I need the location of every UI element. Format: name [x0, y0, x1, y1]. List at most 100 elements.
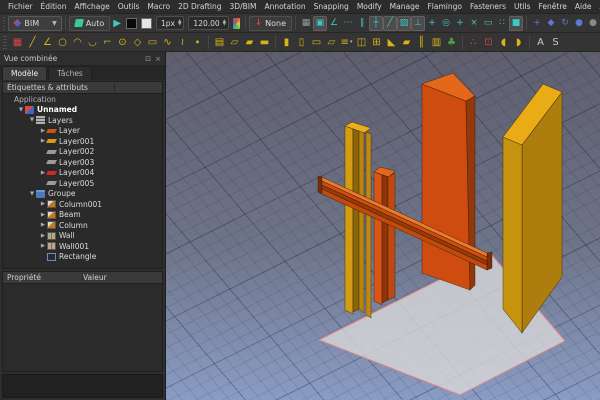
spinner-arrows-icon[interactable]: ▲▼: [178, 20, 181, 27]
wall001-left-face[interactable]: [503, 137, 522, 333]
toolbar-handle[interactable]: [3, 36, 7, 49]
draft-polyline-icon[interactable]: ∠: [40, 34, 55, 50]
snap-grid-icon[interactable]: ▦: [299, 16, 313, 31]
expand-arrow-icon[interactable]: ▶: [39, 222, 47, 228]
bim-panel-icon[interactable]: ▰: [399, 34, 414, 50]
menu-annotation[interactable]: Annotation: [260, 2, 309, 11]
snap-ortho-icon[interactable]: +: [425, 16, 439, 31]
snap-delete-icon[interactable]: ×: [467, 16, 481, 31]
expand-arrow-icon[interactable]: ▶: [39, 243, 47, 249]
snap-extension-icon[interactable]: ╱: [383, 16, 397, 31]
column001-flange-strip[interactable]: [366, 132, 371, 318]
menu-modify[interactable]: Modify: [353, 2, 386, 11]
draft-fillet-icon[interactable]: ⌐: [100, 34, 115, 50]
column-flange-right[interactable]: [388, 173, 395, 300]
spinner-arrows-icon[interactable]: ▲▼: [223, 20, 226, 27]
column-flange-left[interactable]: [374, 172, 382, 305]
snap-intersection-icon[interactable]: +: [453, 16, 467, 31]
tree-item-layer004[interactable]: ▶Layer004: [3, 168, 162, 179]
draft-bspline-icon[interactable]: ∿: [160, 34, 175, 50]
bim-vegetation-icon[interactable]: ♣: [444, 34, 459, 50]
column001-flange-left[interactable]: [345, 126, 353, 314]
menu-aide[interactable]: Aide: [571, 2, 596, 11]
bim-window-icon[interactable]: ⊞: [369, 34, 384, 50]
expand-arrow-icon[interactable]: ▶: [39, 233, 47, 239]
tab-t-ches[interactable]: Tâches: [48, 66, 92, 80]
snap-working-plane-icon[interactable]: ■: [509, 16, 523, 31]
tree-item-column001[interactable]: ▶Column001: [3, 199, 162, 210]
tree-item-layers[interactable]: ▼Layers: [3, 115, 162, 126]
draft-rectangle-icon[interactable]: ▭: [145, 34, 160, 50]
tree-item-unnamed[interactable]: ▼Unnamed: [3, 105, 162, 116]
bim-rebar-icon[interactable]: ≡▾: [339, 34, 354, 50]
snap-perpendicular-icon[interactable]: ⊥: [411, 16, 425, 31]
view-pan-icon[interactable]: ◆: [544, 16, 558, 31]
tree-item-layer001[interactable]: ▶Layer001: [3, 136, 162, 147]
snap-grid-intersection-icon[interactable]: ┼: [369, 16, 383, 31]
menu-2d-drafting[interactable]: 2D Drafting: [174, 2, 225, 11]
tree-item-layer005[interactable]: Layer005: [3, 178, 162, 189]
tree-item-beam[interactable]: ▶Beam: [3, 210, 162, 221]
close-panel-icon[interactable]: ×: [155, 55, 161, 63]
bim-building-icon[interactable]: ▰: [242, 34, 257, 50]
bim-frame-icon[interactable]: ║: [414, 34, 429, 50]
snap-midpoint-icon[interactable]: ⋯: [341, 16, 355, 31]
menu-outils[interactable]: Outils: [114, 2, 144, 11]
collapse-arrow-icon[interactable]: ▼: [28, 191, 36, 197]
snap-hatch-icon[interactable]: ▨: [397, 16, 411, 31]
tree-item-column[interactable]: ▶Column: [3, 220, 162, 231]
draft-arc-icon[interactable]: ◠: [70, 34, 85, 50]
bim-ifc-elements-icon[interactable]: ∴: [466, 34, 481, 50]
tree-item-groupe[interactable]: ▼Groupe: [3, 189, 162, 200]
tree-item-rectangle[interactable]: Rectangle: [3, 252, 162, 263]
beam-endcap-left[interactable]: [318, 176, 322, 194]
bim-material-icon[interactable]: ◖: [496, 34, 511, 50]
collapse-arrow-icon[interactable]: ▼: [28, 117, 36, 123]
tab-mod-le[interactable]: Modèle: [2, 66, 47, 80]
snap-endpoint-icon[interactable]: ∠: [327, 16, 341, 31]
draft-ellipse-icon[interactable]: ⊙: [115, 34, 130, 50]
tree-item-layer003[interactable]: Layer003: [3, 157, 162, 168]
autogroup-button[interactable]: Auto: [69, 16, 111, 31]
shape-from-text-icon[interactable]: S: [548, 34, 563, 50]
autogroup-none-button[interactable]: ↓ None: [249, 16, 292, 31]
bim-column-icon[interactable]: ▯: [294, 34, 309, 50]
line-color-swatch[interactable]: [126, 18, 137, 29]
layer-manager-icon[interactable]: [233, 18, 239, 29]
bim-fence-icon[interactable]: ▥: [429, 34, 444, 50]
property-editor-body[interactable]: [2, 284, 163, 372]
face-color-swatch[interactable]: [141, 18, 152, 29]
tree-item-application[interactable]: Application: [3, 94, 162, 105]
expand-arrow-icon[interactable]: ▶: [39, 201, 47, 207]
column001-web[interactable]: [353, 129, 359, 312]
menu-accessories[interactable]: Accessories: [595, 2, 600, 11]
line-width-spinner[interactable]: 1px ▲▼: [156, 16, 184, 30]
bim-project-icon[interactable]: ▤: [212, 34, 227, 50]
draft-bezier-icon[interactable]: ≀: [175, 34, 190, 50]
column001-flange-right[interactable]: [359, 131, 364, 313]
collapse-arrow-icon[interactable]: ▼: [17, 107, 25, 113]
snap-lock-icon[interactable]: ▣: [313, 16, 327, 31]
draft-polygon-icon[interactable]: ◇: [130, 34, 145, 50]
menu-macro[interactable]: Macro: [143, 2, 174, 11]
snap-center-icon[interactable]: ◎: [439, 16, 453, 31]
tree-item-wall001[interactable]: ▶Wall001: [3, 241, 162, 252]
beam-endcap-right[interactable]: [487, 252, 492, 270]
draft-arc-3points-icon[interactable]: ◡: [85, 34, 100, 50]
toolbar-handle[interactable]: [3, 17, 5, 30]
working-plane-arrow-icon[interactable]: ▶: [113, 18, 121, 29]
view-rotate-icon[interactable]: ↻: [558, 16, 572, 31]
bim-beam-icon[interactable]: ▭: [309, 34, 324, 50]
menu-utils[interactable]: Utils: [510, 2, 535, 11]
tree-item-layer[interactable]: ▶Layer: [3, 126, 162, 137]
menu-fen-tre[interactable]: Fenêtre: [535, 2, 571, 11]
bim-roof-icon[interactable]: ◣: [384, 34, 399, 50]
view-zoom-in-icon[interactable]: +: [530, 16, 544, 31]
draft-circle-icon[interactable]: ○: [55, 34, 70, 50]
menu-snapping[interactable]: Snapping: [310, 2, 353, 11]
annotation-text-icon[interactable]: A: [533, 34, 548, 50]
menu-flamingo[interactable]: Flamingo: [423, 2, 466, 11]
bim-slab-icon[interactable]: ▱: [324, 34, 339, 50]
snap-special-icon[interactable]: ▭: [481, 16, 495, 31]
3d-viewport[interactable]: [166, 52, 600, 400]
